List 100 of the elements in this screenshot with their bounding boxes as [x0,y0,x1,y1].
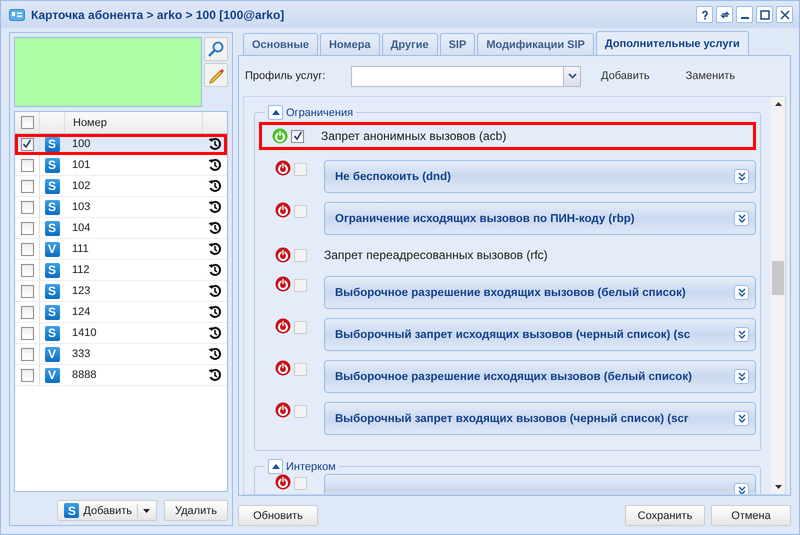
expand-icon[interactable] [734,369,749,384]
service-title: Не беспокоить (dnd) [335,170,452,182]
tab[interactable]: Основные [243,33,318,55]
number-cell-text: 102 [71,180,92,192]
power-icon[interactable] [275,247,291,263]
service-panel[interactable]: Выборочное разрешение исходящих вызовов (белый список) [324,360,756,393]
row-checkbox[interactable] [20,138,34,150]
tab[interactable]: Модификации SIP [477,33,594,55]
number-row[interactable]: V 8888 [15,365,227,386]
expand-icon[interactable] [734,169,749,184]
expand-icon[interactable] [734,285,749,300]
row-checkbox[interactable] [20,306,34,318]
collapse-button[interactable] [268,459,283,474]
service-panel[interactable]: Выборочный запрет исходящих вызовов (черный список) (sc [324,318,756,351]
help-button[interactable] [696,6,713,23]
power-icon[interactable] [275,474,291,490]
row-checkbox[interactable] [20,222,34,234]
number-row[interactable]: V 111 [15,239,227,260]
number-row[interactable]: S 103 [15,197,227,218]
service-panel[interactable]: Не беспокоить (dnd) [324,160,756,193]
collapse-button[interactable] [268,105,283,120]
power-icon[interactable] [275,202,291,218]
maximize-button[interactable] [756,6,773,23]
history-icon[interactable] [208,179,222,193]
number-row[interactable]: V 333 [15,344,227,365]
power-icon[interactable] [275,318,291,334]
service-checkbox[interactable] [294,477,307,490]
history-icon[interactable] [208,221,222,235]
scroll-down-icon[interactable] [774,485,782,489]
power-icon[interactable] [275,402,291,418]
service-checkbox[interactable] [294,279,307,292]
row-checkbox[interactable] [20,326,34,340]
history-icon[interactable] [208,368,222,382]
number-row[interactable]: S 112 [15,260,227,281]
service-checkbox[interactable] [294,405,307,418]
number-row[interactable]: S 101 [15,155,227,176]
add-profile-button[interactable]: Добавить [587,70,666,82]
number-row[interactable]: S 100 [15,134,227,155]
account-type-icon: S [44,158,60,172]
row-checkbox[interactable] [20,242,34,256]
service-panel[interactable]: Ограничение исходящих вызовов по ПИН-коду (rbp) [324,202,756,235]
number-row[interactable]: S 104 [15,218,227,239]
select-all-checkbox[interactable] [20,116,34,129]
add-button[interactable]: S Добавить [57,500,157,521]
expand-icon[interactable] [734,483,749,494]
service-panel[interactable]: Выборочное разрешение входящих вызовов (белый список) [324,276,756,309]
account-type-icon: S [44,220,60,236]
service-checkbox[interactable] [294,248,307,262]
service-checkbox[interactable] [294,205,307,218]
expand-icon[interactable] [734,211,749,226]
save-button[interactable]: Сохранить [625,505,705,526]
tab[interactable]: Дополнительные услуги [596,31,749,55]
row-checkbox[interactable] [20,284,34,298]
row-checkbox[interactable] [20,158,34,172]
history-icon[interactable] [208,326,222,340]
row-checkbox[interactable] [20,264,34,276]
service-checkbox[interactable] [294,363,307,376]
close-button[interactable] [776,6,793,23]
history-icon[interactable] [208,158,222,172]
delete-button[interactable]: Удалить [164,500,228,521]
row-checkbox[interactable] [20,180,34,192]
tab[interactable]: Номера [320,33,380,55]
history-icon[interactable] [208,242,222,256]
edit-button[interactable] [204,63,228,87]
minimize-button[interactable] [736,6,753,23]
history-icon[interactable] [208,305,222,319]
number-row[interactable]: S 124 [15,302,227,323]
history-icon[interactable] [208,137,222,151]
service-checkbox[interactable] [294,163,307,176]
history-icon[interactable] [208,263,222,277]
service-panel[interactable]: Выборочный запрет входящих вызовов (черный список) (scr [324,402,756,435]
number-row[interactable]: S 1410 [15,323,227,344]
row-checkbox[interactable] [20,368,34,382]
row-checkbox[interactable] [20,348,34,360]
question-mark-icon [700,10,710,20]
service-checkbox[interactable] [294,321,307,334]
caret-icon[interactable] [143,508,150,512]
history-icon[interactable] [208,347,222,361]
cancel-button[interactable]: Отмена [711,505,791,526]
search-button[interactable] [204,37,228,61]
power-icon[interactable] [275,160,291,176]
scroll-up-icon[interactable] [774,102,782,106]
scrollbar-thumb[interactable] [772,261,784,295]
service-title: Выборочный запрет исходящих вызовов (черный список) (sc [335,328,692,340]
tab[interactable]: SIP [440,33,476,55]
history-icon[interactable] [208,200,222,214]
number-row[interactable]: S 102 [15,176,227,197]
history-icon[interactable] [208,284,222,298]
expand-icon[interactable] [734,411,749,426]
refresh-button[interactable] [716,6,733,23]
service-checkbox[interactable] [291,130,304,142]
row-checkbox[interactable] [20,200,34,214]
number-row[interactable]: S 123 [15,281,227,302]
scrollbar[interactable] [771,97,785,494]
power-icon[interactable] [275,276,291,292]
tab[interactable]: Другие [382,33,438,55]
refresh-button[interactable]: Обновить [238,505,318,526]
expand-icon[interactable] [734,327,749,342]
replace-profile-button[interactable]: Заменить [672,70,752,82]
power-icon[interactable] [275,360,291,376]
